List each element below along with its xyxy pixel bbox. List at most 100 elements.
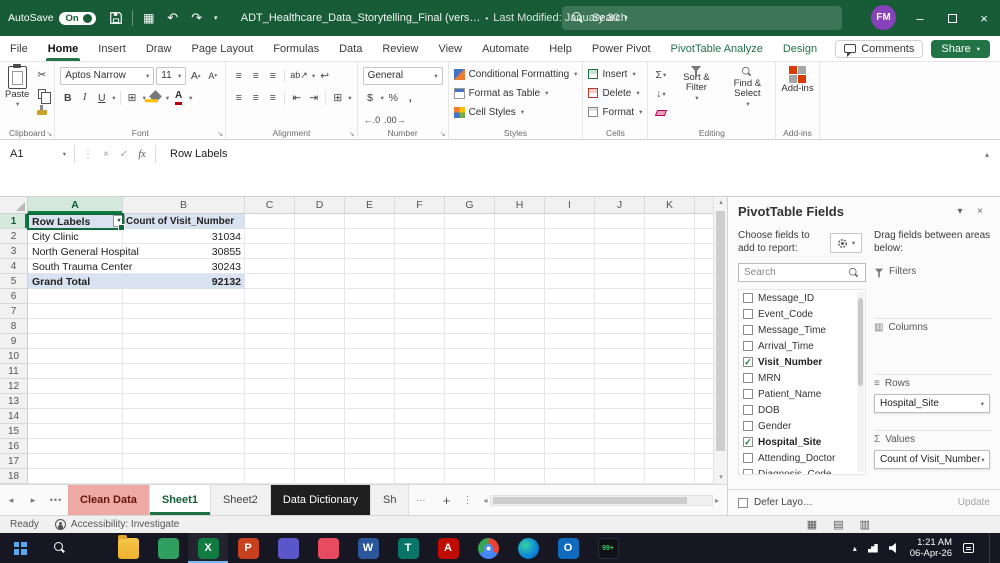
- field-item[interactable]: ✓ DOB: [739, 402, 865, 418]
- taskbar-clock[interactable]: 1:21 AM 06-Apr-26: [910, 537, 952, 560]
- ribbon-tab[interactable]: Help: [539, 36, 582, 61]
- ribbon-tab[interactable]: Draw: [136, 36, 182, 61]
- merge-center-button[interactable]: ⊞: [330, 89, 345, 106]
- column-header[interactable]: F: [395, 197, 445, 214]
- filters-area[interactable]: Filters: [874, 263, 992, 319]
- network-icon[interactable]: [867, 543, 878, 553]
- field-checkbox[interactable]: ✓: [743, 341, 753, 351]
- taskbar-badge-app[interactable]: 99+: [588, 533, 628, 563]
- cell-B5[interactable]: 92132: [123, 274, 245, 289]
- ribbon-tab[interactable]: Insert: [88, 36, 136, 61]
- grid-cells[interactable]: Row Labels ▾ Count of Visit_Number City …: [27, 213, 713, 484]
- ribbon-tab[interactable]: View: [428, 36, 472, 61]
- taskbar-green-app[interactable]: [148, 533, 188, 563]
- search-box[interactable]: Search: [562, 6, 842, 30]
- field-item[interactable]: ✓ Diagnosis_Code: [739, 466, 865, 474]
- cell-A3[interactable]: North General Hospital: [28, 244, 139, 259]
- number-dialog-launcher[interactable]: ↘: [440, 130, 446, 138]
- clipboard-dialog-launcher[interactable]: ↘: [46, 130, 52, 138]
- defer-layout-checkbox[interactable]: [738, 497, 748, 508]
- insert-cells-button[interactable]: Insert ▾: [588, 66, 642, 82]
- normal-view-button[interactable]: ▦: [807, 518, 817, 531]
- fields-search-box[interactable]: Search: [738, 263, 866, 282]
- row-header[interactable]: 5: [0, 274, 28, 289]
- field-checkbox[interactable]: ✓: [743, 293, 753, 303]
- column-header[interactable]: B: [123, 197, 245, 214]
- row-header[interactable]: 13: [0, 394, 28, 409]
- page-layout-view-button[interactable]: ▤: [833, 518, 843, 531]
- field-item[interactable]: ✓ Visit_Number: [739, 354, 865, 370]
- ribbon-tab[interactable]: File: [0, 36, 38, 61]
- fill-button[interactable]: ↓ ▾: [653, 85, 668, 102]
- font-dialog-launcher[interactable]: ↘: [217, 130, 223, 138]
- percent-style-button[interactable]: %: [386, 89, 401, 106]
- update-button[interactable]: Update: [958, 497, 990, 508]
- ribbon-tab[interactable]: Page Layout: [181, 36, 263, 61]
- fill-color-button[interactable]: [148, 89, 163, 106]
- next-sheet-button[interactable]: ▸: [22, 485, 44, 515]
- field-item[interactable]: ✓ Event_Code: [739, 306, 865, 322]
- row-header[interactable]: 6: [0, 289, 28, 304]
- sheet-tab[interactable]: Clean Data: [68, 485, 150, 515]
- column-header[interactable]: H: [495, 197, 545, 214]
- increase-indent-button[interactable]: ⇥: [306, 89, 321, 106]
- row-header[interactable]: 15: [0, 424, 28, 439]
- ribbon-tab[interactable]: Power Pivot: [582, 36, 661, 61]
- font-name-select[interactable]: Aptos Narrow ▾: [60, 66, 155, 85]
- columns-area[interactable]: ▥ Columns: [874, 319, 992, 375]
- taskbar-chrome[interactable]: [468, 533, 508, 563]
- name-box[interactable]: A1 ▾: [6, 144, 70, 164]
- rows-field-chip[interactable]: Hospital_Site ▾: [874, 394, 990, 413]
- align-middle-button[interactable]: ≡: [248, 67, 263, 84]
- wrap-text-button[interactable]: ↩: [317, 67, 332, 84]
- number-format-select[interactable]: General ▾: [362, 66, 443, 85]
- field-item[interactable]: ✓ Message_Time: [739, 322, 865, 338]
- accessibility-status[interactable]: Accessibility: Investigate: [54, 519, 179, 530]
- shrink-font-button[interactable]: A ▾: [205, 67, 220, 84]
- cell-A4[interactable]: South Trauma Center: [28, 259, 132, 274]
- field-list-scroll-thumb[interactable]: [858, 298, 863, 386]
- minimize-button[interactable]: –: [904, 0, 936, 36]
- row-header[interactable]: 3: [0, 244, 28, 259]
- vertical-scroll-thumb[interactable]: [716, 211, 725, 451]
- redo-button[interactable]: ↷: [185, 6, 209, 30]
- cell-B4[interactable]: 30243: [123, 259, 245, 274]
- accounting-format-button[interactable]: $: [363, 89, 378, 106]
- find-select-button[interactable]: Find & Select ▾: [724, 66, 770, 121]
- tab-options-kebab[interactable]: ⋮: [459, 485, 475, 515]
- close-button[interactable]: ×: [968, 0, 1000, 36]
- maximize-button[interactable]: [936, 0, 968, 36]
- prev-sheet-button[interactable]: ◂: [0, 485, 22, 515]
- cell-styles-button[interactable]: Cell Styles ▾: [453, 104, 578, 120]
- horizontal-scroll-thumb[interactable]: [492, 496, 688, 504]
- confirm-entry-icon[interactable]: ✓: [115, 149, 133, 160]
- ribbon-tab[interactable]: Design: [773, 36, 827, 61]
- field-item[interactable]: ✓ Attending_Doctor: [739, 450, 865, 466]
- ribbon-tab[interactable]: Formulas: [263, 36, 329, 61]
- taskbar-search-button[interactable]: [40, 533, 80, 563]
- ribbon-tab[interactable]: Data: [329, 36, 372, 61]
- column-header[interactable]: D: [295, 197, 345, 214]
- align-top-button[interactable]: ≡: [231, 67, 246, 84]
- align-left-button[interactable]: ≡: [231, 89, 246, 106]
- field-item[interactable]: ✓ MRN: [739, 370, 865, 386]
- sheet-tab[interactable]: Sheet2: [210, 485, 271, 515]
- ribbon-tab[interactable]: PivotTable Analyze: [661, 36, 773, 61]
- quick-access-caret[interactable]: ▾: [209, 6, 223, 30]
- clear-button[interactable]: [653, 104, 668, 121]
- row-header[interactable]: 1: [0, 214, 28, 229]
- taskbar-acrobat[interactable]: A: [428, 533, 468, 563]
- copy-button[interactable]: [34, 85, 51, 104]
- cell-A5[interactable]: Grand Total: [28, 274, 123, 289]
- sheet-tab[interactable]: Sh: [371, 485, 410, 515]
- insert-function-icon[interactable]: fx: [133, 149, 151, 160]
- collapse-formula-bar-button[interactable]: ▴: [974, 150, 1000, 159]
- tray-chevron-icon[interactable]: ▴: [853, 544, 857, 553]
- horizontal-scrollbar[interactable]: ◂ ▸: [483, 485, 719, 515]
- ribbon-tab[interactable]: Automate: [472, 36, 539, 61]
- italic-button[interactable]: I: [77, 89, 92, 106]
- decrease-decimal-button[interactable]: .00→: [383, 111, 407, 128]
- row-header[interactable]: 10: [0, 349, 28, 364]
- field-item[interactable]: ✓ Patient_Name: [739, 386, 865, 402]
- bold-button[interactable]: B: [60, 89, 75, 106]
